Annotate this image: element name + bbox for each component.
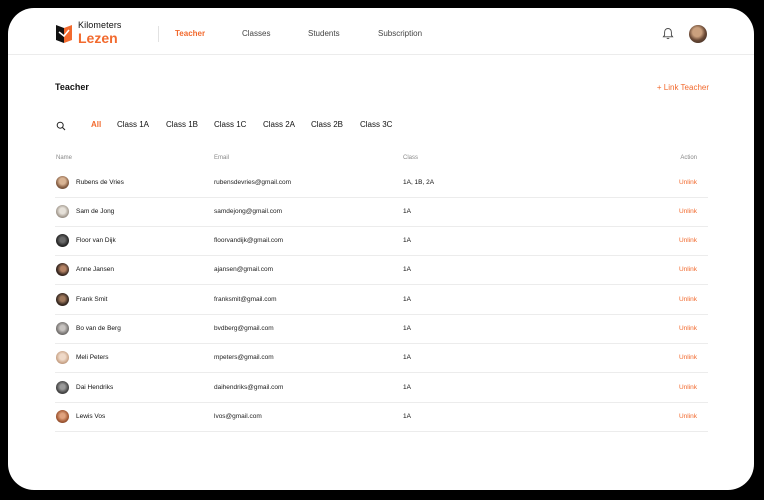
unlink-button[interactable]: Unlink xyxy=(679,179,697,186)
teacher-email: franksmit@gmail.com xyxy=(214,296,277,303)
nav-classes[interactable]: Classes xyxy=(242,29,270,38)
unlink-button[interactable]: Unlink xyxy=(679,208,697,215)
nav-teacher[interactable]: Teacher xyxy=(175,29,205,38)
unlink-button[interactable]: Unlink xyxy=(679,266,697,273)
app-window: Kilometers Lezen Teacher Classes Student… xyxy=(8,8,754,490)
teacher-name: Sam de Jong xyxy=(76,208,115,215)
filter-class-3c[interactable]: Class 3C xyxy=(360,120,392,129)
teacher-email: bvdberg@gmail.com xyxy=(214,325,274,332)
teacher-avatar xyxy=(56,205,69,218)
unlink-button[interactable]: Unlink xyxy=(679,413,697,420)
nav-students[interactable]: Students xyxy=(308,29,340,38)
brand-name-top: Kilometers xyxy=(78,20,122,30)
teacher-email: mpeters@gmail.com xyxy=(214,354,274,361)
search-icon[interactable] xyxy=(56,121,66,131)
column-header-action: Action xyxy=(680,155,697,161)
teacher-avatar xyxy=(56,263,69,276)
teacher-name: Meli Peters xyxy=(76,354,109,361)
teacher-avatar xyxy=(56,381,69,394)
column-header-class: Class xyxy=(403,155,419,161)
filter-class-1c[interactable]: Class 1C xyxy=(214,120,246,129)
table-row: Rubens de Vries rubensdevries@gmail.com … xyxy=(55,169,708,198)
teacher-name: Bo van de Berg xyxy=(76,325,121,332)
top-nav-bar: Kilometers Lezen Teacher Classes Student… xyxy=(8,8,754,55)
filter-class-2b[interactable]: Class 2B xyxy=(311,120,343,129)
brand-logo[interactable]: Kilometers Lezen xyxy=(55,21,122,45)
unlink-button[interactable]: Unlink xyxy=(679,354,697,361)
filter-class-1b[interactable]: Class 1B xyxy=(166,120,198,129)
teacher-class: 1A xyxy=(403,354,411,361)
nav-divider xyxy=(158,26,159,42)
table-row: Sam de Jong samdejong@gmail.com 1A Unlin… xyxy=(55,198,708,227)
brand-name-bottom: Lezen xyxy=(78,30,118,46)
bell-icon[interactable] xyxy=(662,27,674,40)
unlink-button[interactable]: Unlink xyxy=(679,325,697,332)
teacher-name: Frank Smit xyxy=(76,296,108,303)
teacher-name: Anne Jansen xyxy=(76,266,114,273)
teacher-email: lvos@gmail.com xyxy=(214,413,262,420)
teacher-class: 1A xyxy=(403,266,411,273)
unlink-button[interactable]: Unlink xyxy=(679,296,697,303)
teacher-name: Lewis Vos xyxy=(76,413,106,420)
filter-class-2a[interactable]: Class 2A xyxy=(263,120,295,129)
teacher-class: 1A xyxy=(403,208,411,215)
filter-class-1a[interactable]: Class 1A xyxy=(117,120,149,129)
teacher-name: Dai Hendriks xyxy=(76,384,114,391)
teacher-email: rubensdevries@gmail.com xyxy=(214,179,292,186)
table-row: Bo van de Berg bvdberg@gmail.com 1A Unli… xyxy=(55,315,708,344)
teacher-avatar xyxy=(56,410,69,423)
teacher-avatar xyxy=(56,351,69,364)
table-row: Meli Peters mpeters@gmail.com 1A Unlink xyxy=(55,344,708,373)
teacher-avatar xyxy=(56,293,69,306)
teacher-avatar xyxy=(56,322,69,335)
filter-all[interactable]: All xyxy=(91,120,101,129)
nav-subscription[interactable]: Subscription xyxy=(378,29,422,38)
teacher-avatar xyxy=(56,176,69,189)
table-row: Floor van Dijk floorvandijk@gmail.com 1A… xyxy=(55,227,708,256)
unlink-button[interactable]: Unlink xyxy=(679,237,697,244)
column-header-name: Name xyxy=(56,155,73,161)
teacher-email: samdejong@gmail.com xyxy=(214,208,283,215)
teacher-email: floorvandijk@gmail.com xyxy=(214,237,284,244)
teacher-email: ajansen@gmail.com xyxy=(214,266,273,273)
user-avatar[interactable] xyxy=(689,25,707,43)
teacher-class: 1A xyxy=(403,325,411,332)
table-row: Frank Smit franksmit@gmail.com 1A Unlink xyxy=(55,286,708,315)
table-row: Lewis Vos lvos@gmail.com 1A Unlink xyxy=(55,403,708,432)
book-logo-icon xyxy=(56,25,72,43)
table-row: Dai Hendriks daihendriks@gmail.com 1A Un… xyxy=(55,374,708,403)
unlink-button[interactable]: Unlink xyxy=(679,384,697,391)
teacher-avatar xyxy=(56,234,69,247)
teacher-email: daihendriks@gmail.com xyxy=(214,384,284,391)
page-title: Teacher xyxy=(55,82,89,92)
column-header-email: Email xyxy=(214,155,230,161)
table-row: Anne Jansen ajansen@gmail.com 1A Unlink xyxy=(55,256,708,285)
teacher-class: 1A xyxy=(403,237,411,244)
teacher-class: 1A, 1B, 2A xyxy=(403,179,435,186)
teacher-class: 1A xyxy=(403,413,411,420)
teacher-class: 1A xyxy=(403,384,411,391)
teacher-name: Floor van Dijk xyxy=(76,237,116,244)
link-teacher-button[interactable]: + Link Teacher xyxy=(657,83,709,92)
teacher-class: 1A xyxy=(403,296,411,303)
teacher-name: Rubens de Vries xyxy=(76,179,124,186)
